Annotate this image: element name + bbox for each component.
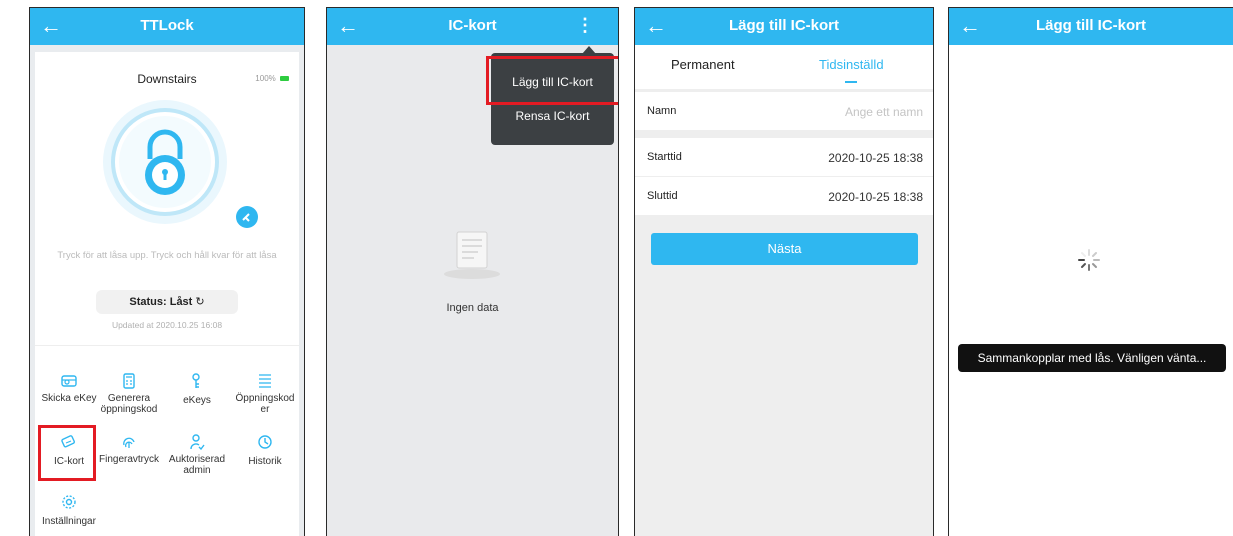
start-time-row[interactable]: Starttid 2020-10-25 18:38	[635, 138, 933, 176]
remote-unlock-icon[interactable]	[235, 205, 259, 229]
name-input[interactable]: Ange ett namn	[845, 105, 923, 119]
page-title: TTLock	[140, 17, 194, 34]
divider	[35, 345, 299, 346]
empty-document-icon	[444, 231, 500, 279]
grid-item-authorized-admin[interactable]: Auktoriserad admin	[163, 434, 231, 476]
end-time-row[interactable]: Sluttid 2020-10-25 18:38	[635, 177, 933, 215]
end-time-label: Sluttid	[647, 190, 678, 202]
page-title: IC-kort	[448, 17, 497, 34]
status-pill[interactable]: Status: Låst ↻	[96, 290, 238, 314]
menu-item-clear-ic-cards[interactable]: Rensa IC-kort	[491, 109, 614, 123]
grid-item-settings[interactable]: Inställningar	[35, 494, 103, 527]
settings-gear-icon	[62, 495, 76, 509]
grid-item-generate-code[interactable]: Generera öppningskod	[95, 373, 163, 415]
empty-state-text: Ingen data	[446, 302, 499, 314]
page-title: Lägg till IC-kort	[1036, 17, 1146, 34]
battery-percent: 100%	[255, 74, 276, 83]
grid-item-label: Generera öppningskod	[100, 393, 158, 415]
start-time-value[interactable]: 2020-10-25 18:38	[828, 151, 923, 165]
lock-card: Downstairs 100% Tryck för att låsa upp. …	[35, 52, 299, 536]
battery-icon	[280, 76, 289, 82]
updated-time: Updated at 2020.10.25 16:08	[111, 320, 223, 330]
grid-item-opening-codes[interactable]: Öppningskoder	[231, 373, 299, 415]
history-icon	[258, 435, 272, 449]
calculator-icon	[123, 373, 135, 389]
grid-item-label: Öppningskoder	[235, 393, 295, 415]
loading-spinner-icon	[1078, 249, 1100, 271]
top-bar: ← Lägg till IC-kort	[635, 8, 933, 45]
battery-indicator: 100%	[255, 74, 289, 83]
tab-timed[interactable]: Tidsinställd	[819, 57, 884, 72]
name-row[interactable]: Namn Ange ett namn	[635, 92, 933, 130]
grid-item-label: Fingeravtryck	[99, 454, 160, 465]
status-value: Låst	[169, 296, 193, 308]
refresh-icon[interactable]: ↻	[195, 296, 204, 308]
grid-item-label: eKeys	[183, 395, 211, 406]
ic-card-highlight	[38, 425, 96, 481]
page-title: Lägg till IC-kort	[729, 17, 839, 34]
grid-item-history[interactable]: Historik	[231, 434, 299, 467]
add-ic-card-highlight	[486, 56, 618, 105]
code-list-icon	[259, 374, 271, 388]
admin-user-icon	[190, 434, 205, 450]
key-user-icon	[192, 373, 200, 388]
unlock-dial-icon[interactable]	[100, 97, 230, 227]
next-button[interactable]: Nästa	[651, 233, 918, 265]
status-label: Status:	[129, 296, 167, 308]
top-bar: ← Lägg till IC-kort	[949, 8, 1233, 45]
name-label: Namn	[647, 105, 677, 117]
grid-item-label: Inställningar	[42, 516, 96, 527]
pairing-toast: Sammankopplar med lås. Vänligen vänta...	[958, 344, 1226, 372]
top-bar: ← IC-kort ⋮	[327, 8, 618, 45]
tab-indicator	[845, 81, 857, 83]
tab-permanent[interactable]: Permanent	[671, 57, 735, 72]
more-options-icon[interactable]: ⋮	[576, 16, 594, 34]
grid-item-label: Auktoriserad admin	[168, 454, 226, 476]
screen-lock-detail: ← TTLock Downstairs 100% Tryck för att l…	[29, 7, 305, 536]
grid-item-label: Historik	[248, 456, 282, 467]
grid-item-fingerprint[interactable]: Fingeravtryck	[95, 434, 163, 465]
ekey-send-icon	[61, 375, 77, 387]
top-bar: ← TTLock	[30, 8, 304, 45]
grid-item-ekeys[interactable]: eKeys	[163, 373, 231, 406]
fingerprint-icon	[123, 437, 135, 448]
start-time-label: Starttid	[647, 151, 682, 163]
grid-item-label: Skicka eKey	[41, 393, 97, 404]
screen-ic-card-list: ← IC-kort ⋮ Lägg till IC-kort Rensa IC-k…	[326, 7, 619, 536]
grid-item-send-ekey[interactable]: Skicka eKey	[35, 373, 103, 404]
tab-bar: Permanent Tidsinställd	[635, 45, 933, 89]
unlock-hint: Tryck för att låsa upp. Tryck och håll k…	[57, 250, 277, 261]
screen-add-ic-card-form: ← Lägg till IC-kort Permanent Tidsinstäl…	[634, 7, 934, 536]
screen-pairing: ← Lägg till IC-kort Sammankopplar med lå…	[948, 7, 1233, 536]
end-time-value[interactable]: 2020-10-25 18:38	[828, 190, 923, 204]
